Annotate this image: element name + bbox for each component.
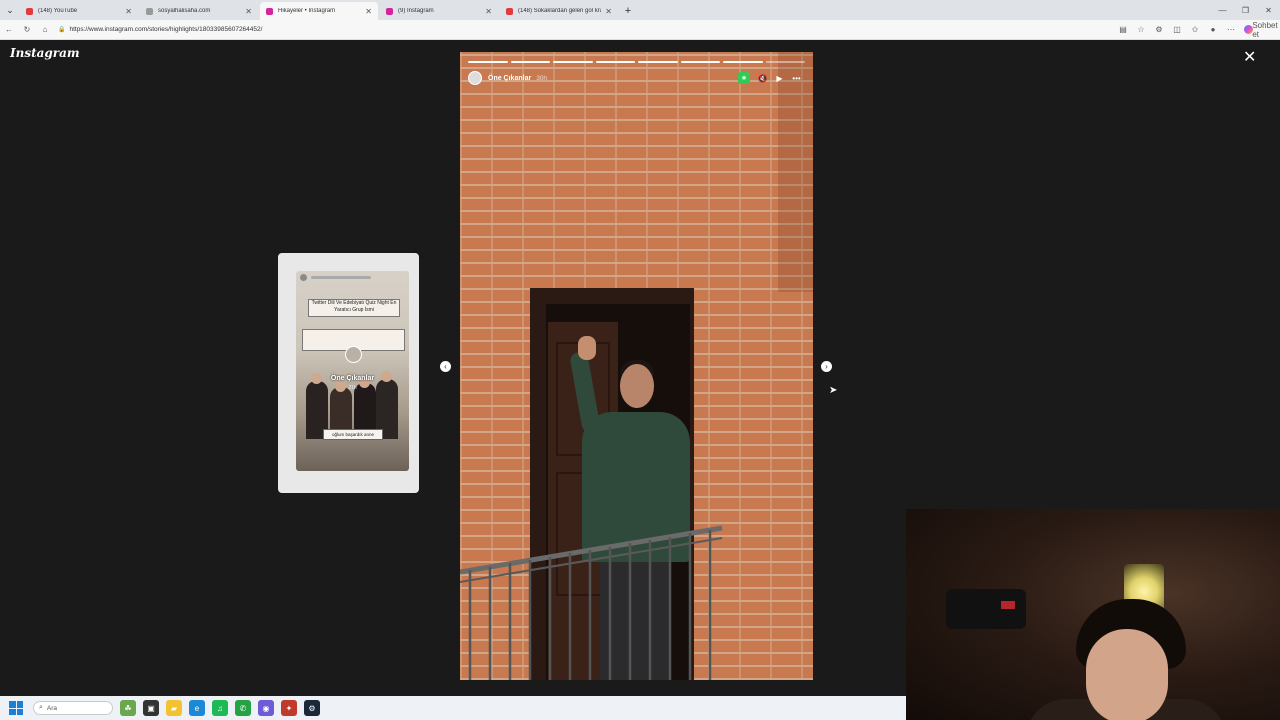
story-frame[interactable]: Öne Çıkanlar 30h ★ 🔇 ▶ •••: [460, 52, 813, 680]
steam-icon[interactable]: ⚙: [304, 700, 320, 716]
story-time: 30h: [536, 74, 548, 82]
chat-button[interactable]: Sohbet et: [1244, 20, 1278, 39]
url-text: https://www.instagram.com/stories/highli…: [69, 26, 263, 33]
chat-label: Sohbet et: [1252, 20, 1278, 39]
discord-icon[interactable]: ◉: [258, 700, 274, 716]
windows-taskbar: ⌕ Ara ☘ ▣ ▰ e ♫ ✆ ◉ ✦ ⚙: [0, 696, 906, 720]
instagram-icon: [266, 7, 273, 15]
back-icon[interactable]: ←: [0, 25, 18, 34]
spotify-icon[interactable]: ♫: [212, 700, 228, 716]
preview-quote-title: Twitter Dili Ve Edebiyatı Quiz Night En …: [308, 299, 400, 317]
story-header: Öne Çıkanlar 30h ★ 🔇 ▶ •••: [468, 70, 805, 86]
edge-browser-icon[interactable]: e: [189, 700, 205, 716]
mouse-cursor: ➤: [829, 385, 838, 396]
browser-tab[interactable]: (9) Instagram ✕: [380, 2, 498, 20]
window-controls: — ❐ ✕: [1211, 0, 1280, 20]
home-icon[interactable]: ⌂: [36, 25, 54, 34]
more-icon[interactable]: ⋯: [1222, 25, 1240, 34]
browser-tab[interactable]: sosyalhalisaha.com ✕: [140, 2, 258, 20]
next-story-button[interactable]: ›: [821, 361, 832, 372]
balcony-railing: [460, 525, 723, 680]
highlight-time: 21h: [348, 385, 357, 391]
new-tab-button[interactable]: +: [620, 2, 636, 20]
webcam-overlay: [906, 509, 1280, 720]
app-icon[interactable]: ✦: [281, 700, 297, 716]
progress-segment: [765, 61, 805, 63]
close-friends-star-icon: ★: [738, 72, 750, 84]
more-options-icon[interactable]: •••: [788, 71, 805, 85]
previous-story-card[interactable]: Twitter Dili Ve Edebiyatı Quiz Night En …: [278, 253, 419, 493]
progress-segment: [680, 61, 720, 63]
streamer-face: [1086, 629, 1168, 720]
microphone: [946, 589, 1026, 629]
search-icon: ⌕: [39, 704, 43, 711]
task-view-icon[interactable]: ▣: [143, 700, 159, 716]
tab-title: (148) YouTube: [38, 8, 78, 14]
previous-story-button[interactable]: ‹: [440, 361, 451, 372]
tab-title: (148) Sokaklardan gelen gol kralı: [518, 8, 602, 14]
highlight-label: Öne Çıkanlar: [330, 375, 375, 382]
play-icon[interactable]: ▶: [771, 71, 788, 85]
browser-tab-active[interactable]: Hikayeler • Instagram ✕: [260, 2, 378, 20]
reader-icon[interactable]: ▤: [1114, 25, 1132, 34]
previous-story-preview: Twitter Dili Ve Edebiyatı Quiz Night En …: [296, 271, 409, 471]
progress-segment: [468, 61, 508, 63]
taskbar-search[interactable]: ⌕ Ara: [33, 701, 113, 715]
story-progress-bar: [468, 61, 805, 63]
tab-title: (9) Instagram: [398, 8, 434, 14]
restore-icon[interactable]: ❐: [1234, 0, 1257, 20]
browser-toolbar-icons: ▤ ☆ ⚙ ◫ ✩ ● ⋯ Sohbet et: [1114, 20, 1278, 39]
url-field[interactable]: 🔒 https://www.instagram.com/stories/high…: [58, 23, 1114, 37]
widget-icon[interactable]: ☘: [120, 700, 136, 716]
minimize-icon[interactable]: —: [1211, 0, 1234, 20]
close-icon[interactable]: ✕: [1243, 50, 1256, 66]
tab-list-button[interactable]: ⌄: [0, 0, 20, 20]
progress-segment: [595, 61, 635, 63]
tab-title: Hikayeler • Instagram: [278, 8, 336, 14]
browser-tab[interactable]: (148) Sokaklardan gelen gol kralı ✕: [500, 2, 618, 20]
lock-icon: 🔒: [58, 27, 66, 33]
close-tab-icon[interactable]: ✕: [605, 7, 612, 16]
windows-start-icon[interactable]: [9, 701, 23, 715]
story-account-name[interactable]: Öne Çıkanlar: [488, 75, 531, 82]
preview-photo: [306, 359, 398, 439]
browser-tab-bar: ⌄ (148) YouTube ✕ sosyalhalisaha.com ✕ H…: [0, 0, 1280, 20]
close-tab-icon[interactable]: ✕: [365, 7, 372, 16]
instagram-logo[interactable]: Instagram: [10, 46, 80, 60]
whatsapp-icon[interactable]: ✆: [235, 700, 251, 716]
profile-icon[interactable]: ●: [1204, 25, 1222, 34]
close-tab-icon[interactable]: ✕: [485, 7, 492, 16]
site-icon: [146, 7, 153, 15]
progress-segment: [723, 61, 763, 63]
address-bar-row: ← ↻ ⌂ 🔒 https://www.instagram.com/storie…: [0, 20, 1280, 40]
close-window-icon[interactable]: ✕: [1257, 0, 1280, 20]
progress-segment: [510, 61, 550, 63]
tab-title: sosyalhalisaha.com: [158, 8, 211, 14]
youtube-icon: [26, 7, 33, 15]
avatar[interactable]: [468, 71, 482, 85]
preview-header: [300, 274, 371, 281]
extensions-icon[interactable]: ⚙: [1150, 25, 1168, 34]
search-placeholder: Ara: [46, 704, 58, 712]
split-screen-icon[interactable]: ◫: [1168, 25, 1186, 34]
close-tab-icon[interactable]: ✕: [125, 7, 132, 16]
favorite-star-icon[interactable]: ☆: [1132, 25, 1150, 34]
avatar: [300, 274, 307, 281]
browser-tab[interactable]: (148) YouTube ✕: [20, 2, 138, 20]
youtube-icon: [506, 7, 513, 15]
file-explorer-icon[interactable]: ▰: [166, 700, 182, 716]
instagram-icon: [386, 7, 393, 15]
progress-segment: [638, 61, 678, 63]
mute-icon[interactable]: 🔇: [754, 71, 771, 85]
progress-segment: [553, 61, 593, 63]
close-tab-icon[interactable]: ✕: [245, 7, 252, 16]
preview-tape-text: oğlum başardık anne: [323, 429, 383, 440]
story-controls: ★ 🔇 ▶ •••: [738, 71, 805, 85]
refresh-icon[interactable]: ↻: [18, 25, 36, 34]
favorites-icon[interactable]: ✩: [1186, 25, 1204, 34]
highlight-avatar: [345, 346, 362, 363]
